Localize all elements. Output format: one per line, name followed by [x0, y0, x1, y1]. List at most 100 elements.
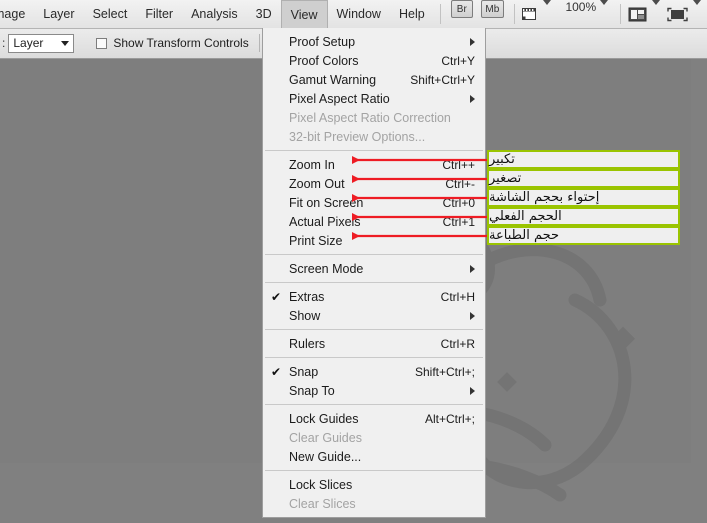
menu-item-label: Clear Guides: [289, 430, 362, 445]
options-divider-1: [258, 34, 260, 52]
menu-item-extras[interactable]: ✔ Extras Ctrl+H: [263, 287, 485, 306]
menu-analysis-label: Analysis: [191, 7, 238, 21]
menu-item-label: Lock Slices: [289, 477, 353, 492]
auto-select-target-dropdown[interactable]: Layer: [8, 33, 75, 53]
menu-analysis[interactable]: Analysis: [182, 0, 247, 28]
menu-item-label: Show: [289, 308, 321, 323]
screen-mode-chevron-down-icon[interactable]: [693, 0, 701, 5]
menu-window[interactable]: Window: [328, 0, 390, 28]
menu-item-shortcut: Alt+Ctrl+;: [424, 411, 475, 426]
menu-3d[interactable]: 3D: [247, 0, 281, 28]
arrange-documents-icon[interactable]: [628, 0, 647, 28]
menu-item-label: 32-bit Preview Options...: [289, 129, 426, 144]
menu-item-clear-guides: Clear Guides: [263, 428, 485, 447]
show-transform-controls-checkbox[interactable]: Show Transform Controls: [96, 36, 249, 50]
toolbar-divider-1: [439, 4, 441, 24]
menu-image-label: mage: [0, 7, 26, 21]
menu-item-label: Proof Colors: [289, 53, 359, 68]
submenu-arrow-icon: [470, 311, 475, 320]
menu-item-label: Clear Slices: [289, 496, 356, 511]
menu-item-shortcut: Ctrl+H: [440, 289, 475, 304]
menu-item-label: Zoom In: [289, 157, 335, 172]
menu-item-new-guide[interactable]: New Guide...: [263, 447, 485, 466]
menu-item-shortcut: Ctrl+1: [442, 214, 475, 229]
menu-item-shortcut: Ctrl++: [442, 157, 475, 172]
menu-item-lock-guides[interactable]: Lock Guides Alt+Ctrl+;: [263, 409, 485, 428]
menu-help[interactable]: Help: [390, 0, 434, 28]
menu-select[interactable]: Select: [84, 0, 137, 28]
menu-item-snap[interactable]: ✔ Snap Shift+Ctrl+;: [263, 362, 485, 381]
menu-item-show[interactable]: Show: [263, 306, 485, 325]
menu-item-shortcut: Ctrl+0: [442, 195, 475, 210]
toolbar-divider-3: [620, 4, 621, 24]
menu-item-shortcut: Shift+Ctrl+Y: [410, 72, 475, 87]
menu-item-label: Zoom Out: [289, 176, 345, 191]
menu-item-screen-mode[interactable]: Screen Mode: [263, 259, 485, 278]
menu-item-zoom-out[interactable]: Zoom Out Ctrl+-: [263, 174, 485, 193]
menu-item-snap-to[interactable]: Snap To: [263, 381, 485, 400]
menu-item-fit-on-screen[interactable]: Fit on Screen Ctrl+0: [263, 193, 485, 212]
menu-separator: [265, 282, 483, 283]
menu-item-label: Pixel Aspect Ratio: [289, 91, 390, 106]
menu-item-label: Pixel Aspect Ratio Correction: [289, 110, 451, 125]
menu-item-pixel-aspect-ratio-correction: Pixel Aspect Ratio Correction: [263, 108, 485, 127]
menu-item-shortcut: Ctrl+-: [445, 176, 475, 191]
auto-select-chevron-down-icon: [61, 40, 70, 46]
view-extras-icon[interactable]: [521, 0, 538, 28]
auto-select-target-value: Layer: [13, 36, 44, 50]
arrange-documents-chevron-down-icon[interactable]: [652, 0, 660, 5]
menu-filter[interactable]: Filter: [136, 0, 182, 28]
menu-item-label: Snap: [289, 364, 319, 379]
submenu-arrow-icon: [470, 386, 475, 395]
menu-item-pixel-aspect-ratio[interactable]: Pixel Aspect Ratio: [263, 89, 485, 108]
menu-separator: [265, 329, 483, 330]
checkmark-icon: ✔: [271, 364, 282, 379]
menu-view-label: View: [290, 7, 318, 22]
menu-bar: mage Layer Select Filter Analysis 3D View Windo…: [0, 0, 707, 29]
zoom-level-chevron-down-icon[interactable]: [600, 0, 609, 5]
menu-item-proof-setup[interactable]: Proof Setup: [263, 32, 485, 51]
menu-item-actual-pixels[interactable]: Actual Pixels Ctrl+1: [263, 212, 485, 231]
menu-item-label: Rulers: [289, 336, 326, 351]
checkmark-icon: ✔: [271, 289, 282, 304]
menu-item-print-size[interactable]: Print Size: [263, 231, 485, 250]
menu-item-proof-colors[interactable]: Proof Colors Ctrl+Y: [263, 51, 485, 70]
menu-separator: [265, 404, 483, 405]
menu-image[interactable]: mage: [0, 0, 34, 28]
menu-select-label: Select: [92, 7, 128, 21]
menu-filter-label: Filter: [145, 7, 174, 21]
menu-item-clear-slices: Clear Slices: [263, 494, 485, 513]
submenu-arrow-icon: [470, 94, 475, 103]
show-transform-controls-label: Show Transform Controls: [113, 36, 249, 50]
bridge-button[interactable]: Br: [450, 0, 474, 18]
menu-item-label: Print Size: [289, 233, 343, 248]
menu-separator: [265, 254, 483, 255]
menu-item-label: Screen Mode: [289, 261, 364, 276]
submenu-arrow-icon: [470, 37, 475, 46]
menu-item-gamut-warning[interactable]: Gamut Warning Shift+Ctrl+Y: [263, 70, 485, 89]
menu-layer[interactable]: Layer: [34, 0, 83, 28]
view-extras-chevron-down-icon[interactable]: [543, 0, 552, 5]
menu-item-shortcut: Shift+Ctrl+;: [414, 364, 475, 379]
menu-item-rulers[interactable]: Rulers Ctrl+R: [263, 334, 485, 353]
menu-item-label: New Guide...: [289, 449, 362, 464]
menu-window-label: Window: [336, 7, 381, 21]
menu-item-label: Proof Setup: [289, 34, 356, 49]
menu-item-lock-slices[interactable]: Lock Slices: [263, 475, 485, 494]
menu-3d-label: 3D: [255, 7, 272, 21]
menu-item-32-bit-preview-options: 32-bit Preview Options...: [263, 127, 485, 146]
menu-item-shortcut: Ctrl+R: [440, 336, 475, 351]
menu-view[interactable]: View: [280, 0, 328, 28]
toolbar-divider-2: [513, 4, 515, 24]
menu-layer-label: Layer: [43, 7, 75, 21]
menu-item-label: Fit on Screen: [289, 195, 364, 210]
menu-separator: [265, 150, 483, 151]
menu-item-zoom-in[interactable]: Zoom In Ctrl++: [263, 155, 485, 174]
checkbox-box: [96, 37, 108, 49]
options-prefix: :: [2, 36, 6, 50]
mini-bridge-button[interactable]: Mb: [481, 0, 504, 18]
menu-item-label: Extras: [289, 289, 325, 304]
menu-item-label: Gamut Warning: [289, 72, 377, 87]
menu-item-label: Lock Guides: [289, 411, 359, 426]
screen-mode-icon[interactable]: [667, 0, 688, 28]
